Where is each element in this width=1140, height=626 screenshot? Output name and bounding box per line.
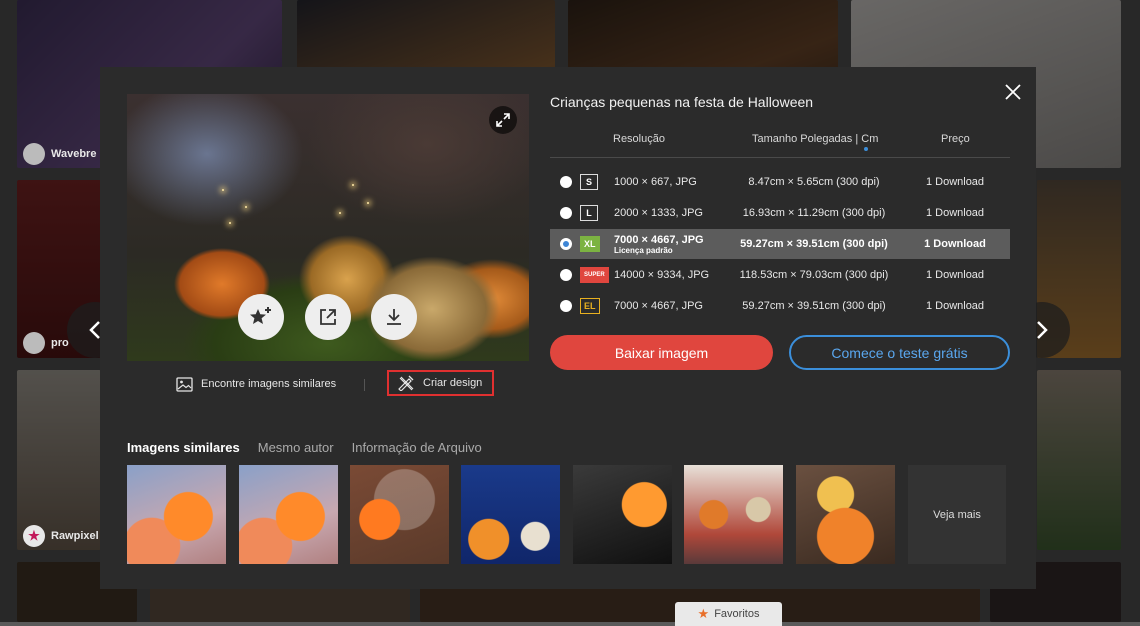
similar-thumbnail[interactable] [684,465,783,564]
sparkler-light [229,222,231,224]
size-option-row[interactable]: XL 7000 × 4667, JPG Licença padrão 59.27cm … [550,229,1010,259]
download-icon [387,309,401,325]
sparkler-light [222,189,224,191]
size-option-row[interactable]: S 1000 × 667, JPG 8.47cm × 5.65cm (300 dpi… [550,167,1010,197]
image-icon [176,376,193,392]
size-radio[interactable] [560,238,572,250]
create-design-button[interactable]: Criar design [387,370,495,396]
size-cell: 16.93cm × 11.29cm (300 dpi) [742,207,886,219]
size-table-header: Resolução Tamanho Polegadas | Cm Preço [550,133,1010,158]
tab-file-info[interactable]: Informação de Arquivo [352,440,482,455]
license-text: Licença padrão [614,245,673,255]
image-preview[interactable] [127,94,529,361]
similar-thumbnail[interactable] [239,465,338,564]
favorites-label: Favoritos [714,608,760,620]
similar-thumbnail[interactable] [127,465,226,564]
chevron-right-icon [1037,321,1048,339]
price-cell: 1 Download [925,269,985,281]
column-size[interactable]: Tamanho Polegadas | Cm [752,133,878,145]
price-cell: 1 Download [925,300,985,312]
tab-similar-images[interactable]: Imagens similares [127,440,240,455]
tab-same-author[interactable]: Mesmo autor [258,440,334,455]
see-more-button[interactable]: Veja mais [908,465,1006,564]
size-radio[interactable] [560,300,572,312]
pencil-ruler-icon [398,375,414,391]
size-option-row[interactable]: SUPER 14000 × 9334, JPG 118.53cm × 79.03cm… [550,260,1010,290]
bg-credit-1: Wavebre [23,143,96,165]
related-tabs: Imagens similares Mesmo autor Informação… [127,440,482,455]
size-radio[interactable] [560,269,572,281]
close-button[interactable] [1002,81,1024,103]
bg-credit-2: pro [23,332,69,354]
sparkler-light [339,212,341,214]
favorites-tab[interactable]: ★ Favoritos [675,602,782,626]
resolution-text: 7000 × 4667, JPG [614,300,703,312]
size-cell: 118.53cm × 79.03cm (300 dpi) [739,269,889,281]
size-badge: S [580,174,598,190]
start-free-trial-button[interactable]: Comece o teste grátis [789,335,1010,370]
column-price: Preço [941,133,970,145]
resolution-text: 1000 × 667, JPG [614,176,697,188]
star-plus-icon [250,307,271,324]
price-cell: 1 Download [925,207,985,219]
download-icon-button[interactable] [371,294,417,340]
unit-indicator [864,147,868,151]
resolution-cell: 7000 × 4667, JPG [614,291,703,321]
price-cell: 1 Download [924,238,986,250]
size-option-row[interactable]: EL 7000 × 4667, JPG 59.27cm × 39.51cm (300… [550,291,1010,321]
size-option-row[interactable]: L 2000 × 1333, JPG 16.93cm × 11.29cm (300 … [550,198,1010,228]
size-cell: 59.27cm × 39.51cm (300 dpi) [740,238,888,250]
bg-credit-3: ★ Rawpixel [23,525,99,547]
resolution-text: 7000 × 4667, JPG [614,233,704,246]
find-similar-link[interactable]: Encontre imagens similares [176,369,336,399]
resolution-cell: 2000 × 1333, JPG [614,198,703,228]
resolution-text: 14000 × 9334, JPG [614,269,710,281]
image-detail-modal: Encontre imagens similares Criar design … [100,67,1036,589]
resolution-cell: 7000 × 4667, JPG Licença padrão [614,229,704,259]
download-image-button[interactable]: Baixar imagem [550,335,773,370]
resolution-text: 2000 × 1333, JPG [614,207,703,219]
size-badge: SUPER [580,267,609,283]
fullscreen-button[interactable] [489,106,517,134]
size-radio[interactable] [560,176,572,188]
share-icon [320,309,336,325]
find-similar-label: Encontre imagens similares [201,378,337,390]
create-design-label: Criar design [423,377,483,389]
bg-credit-name: Wavebre [51,148,97,160]
share-button[interactable] [305,294,351,340]
sparkler-light [245,206,247,208]
size-badge: L [580,205,598,221]
image-title: Crianças pequenas na festa de Halloween [550,94,814,110]
similar-thumbnail[interactable] [573,465,672,564]
avatar [23,332,45,354]
sparkler-light [352,184,354,186]
avatar [23,143,45,165]
add-favorite-button[interactable] [238,294,284,340]
size-radio[interactable] [560,207,572,219]
expand-icon [496,113,510,127]
similar-thumbnail[interactable] [461,465,560,564]
divider [364,379,365,391]
resolution-cell: 14000 × 9334, JPG [614,260,709,290]
bg-credit-name: Rawpixel [51,530,99,542]
bg-credit-name: pro [51,337,69,349]
size-cell: 8.47cm × 5.65cm (300 dpi) [748,176,880,188]
avatar: ★ [23,525,45,547]
size-cell: 59.27cm × 39.51cm (300 dpi) [742,300,886,312]
similar-thumbnail[interactable] [350,465,449,564]
close-icon [1005,84,1021,100]
column-resolution: Resolução [613,133,665,145]
resolution-cell: 1000 × 667, JPG [614,167,697,197]
star-icon: ★ [697,606,710,621]
similar-thumbnail[interactable] [796,465,895,564]
price-cell: 1 Download [925,176,985,188]
sparkler-light [367,202,369,204]
size-badge: XL [580,236,600,252]
size-badge: EL [580,298,600,314]
